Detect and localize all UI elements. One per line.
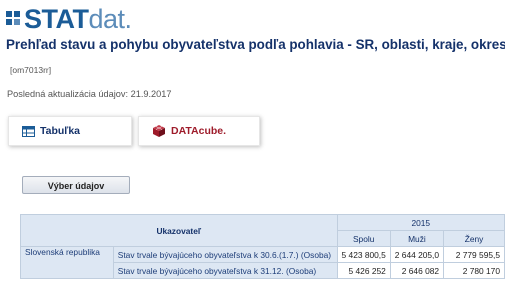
column-header-total: Spolu [336,230,391,247]
datacube-icon [153,125,165,137]
statdat-logo[interactable]: STATdat. [6,4,132,34]
value-cell: 2 780 170 [443,262,505,279]
region-cell: Slovenská republika [20,246,114,279]
value-cell: 2 779 595,5 [443,246,505,263]
indicator-cell: Stav trvale bývajúceho obyvateľstva k 31… [112,262,338,279]
page-title: Prehľad stavu a pohybu obyvateľstva podľ… [6,37,505,52]
indicator-cell: Stav trvale bývajúceho obyvateľstva k 30… [112,246,338,263]
select-data-button[interactable]: Výber údajov [22,176,130,194]
value-cell: 2 644 205,0 [389,246,445,263]
last-update-text: Posledná aktualizácia údajov: 21.9.2017 [7,89,172,99]
year-header: 2015 [336,214,505,231]
tab-datacube-label: DATAcube. [171,125,227,137]
value-cell: 2 646 082 [389,262,445,279]
column-header-men: Muži [389,230,445,247]
logo-text: STATdat. [24,4,132,34]
data-table: Ukazovateľ 2015 Spolu Muži Ženy Slovensk… [20,214,505,279]
value-cell: 5 426 252 [336,262,391,279]
column-header-women: Ženy [443,230,505,247]
tab-table-label: Tabuľka [40,125,81,137]
tab-table[interactable]: Tabuľka [8,116,132,146]
table-icon [22,125,35,137]
table-code: [om7013rr] [10,65,52,75]
table-row: Slovenská republika Stav trvale bývajúce… [20,246,505,279]
logo-squares-icon [6,10,21,28]
tab-datacube[interactable]: DATAcube. [138,116,260,146]
indicator-header: Ukazovateľ [20,214,338,247]
value-cell: 5 423 800,5 [336,246,391,263]
